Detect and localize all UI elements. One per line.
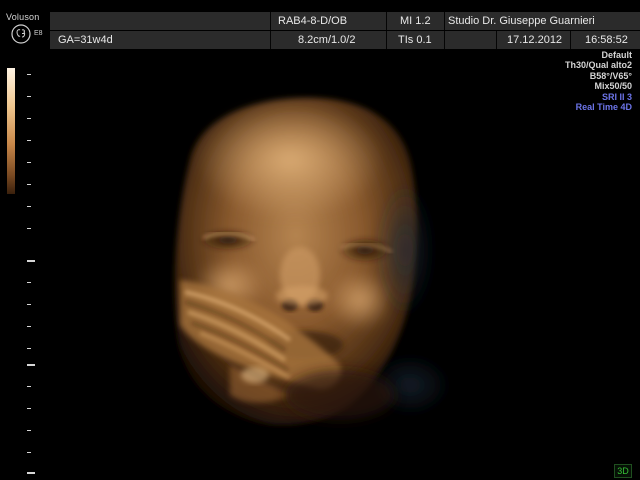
param-threshold-quality: Th30/Qual alto2 <box>564 60 632 71</box>
date-label: 17.12.2012 <box>507 34 563 46</box>
mode-3d-indicator[interactable]: 3D <box>614 464 632 478</box>
tis-label: TIs 0.1 <box>398 34 432 46</box>
scale-tick <box>27 118 31 119</box>
color-map-bar <box>7 68 15 194</box>
hand-highlight <box>241 367 269 383</box>
scale-tick <box>27 408 31 409</box>
gestational-age-label: GA=31w4d <box>58 34 113 46</box>
parameter-list: Default Th30/Qual alto2 B58°/V65° Mix50/… <box>565 50 632 112</box>
brand-model: E8 <box>34 30 43 37</box>
header-separator <box>386 12 387 30</box>
header-separator <box>570 31 571 49</box>
scale-tick <box>27 282 31 283</box>
header-separator <box>270 12 271 30</box>
scale-tick <box>27 162 31 163</box>
scale-tick <box>27 206 31 207</box>
device-brand: Voluson E8 <box>0 0 48 50</box>
scale-tick <box>27 140 31 141</box>
header-separator <box>496 31 497 49</box>
brand-name: Voluson <box>6 12 40 22</box>
scale-tick <box>27 74 31 75</box>
header-separator <box>444 31 445 49</box>
scale-tick <box>27 326 31 327</box>
header-separator <box>444 12 445 30</box>
scale-tick <box>27 184 31 185</box>
param-realtime-mode: Real Time 4D <box>575 102 632 113</box>
left-eye <box>198 228 258 252</box>
scale-tick <box>27 228 31 229</box>
header-separator <box>386 31 387 49</box>
institution-label: Studio Dr. Giuseppe Guarnieri <box>448 15 595 27</box>
scale-tick-major <box>27 260 35 262</box>
scale-tick <box>27 96 31 97</box>
scale-tick <box>27 430 31 431</box>
ge-logo-icon <box>11 24 31 44</box>
scale-tick <box>27 452 31 453</box>
probe-label: RAB4-8-D/OB <box>278 15 348 27</box>
scale-tick-major <box>27 472 35 474</box>
header-row-2: GA=31w4d 8.2cm/1.0/2 TIs 0.1 17.12.2012 … <box>50 31 640 49</box>
scale-tick <box>27 348 31 349</box>
scale-tick <box>27 304 31 305</box>
time-label: 16:58:52 <box>585 34 628 46</box>
scale-tick-major <box>27 364 35 366</box>
lower-body-shadow <box>285 370 395 420</box>
header-separator <box>270 31 271 49</box>
param-mix: Mix50/50 <box>594 81 632 92</box>
right-cheek <box>328 270 392 330</box>
ultrasound-screen: Voluson E8 RAB4-8-D/OB MI 1.2 Studio Dr.… <box>0 0 640 480</box>
mi-label: MI 1.2 <box>400 15 431 27</box>
param-sri: SRI II 3 <box>601 91 632 102</box>
scale-tick <box>27 386 31 387</box>
param-angles: B58°/V65° <box>589 70 632 81</box>
depth-label: 8.2cm/1.0/2 <box>298 34 356 46</box>
forehead-highlight <box>195 100 385 220</box>
header-row-1: RAB4-8-D/OB MI 1.2 Studio Dr. Giuseppe G… <box>50 12 640 30</box>
ultrasound-volume-render <box>174 97 450 426</box>
param-preset: Default <box>601 50 632 60</box>
